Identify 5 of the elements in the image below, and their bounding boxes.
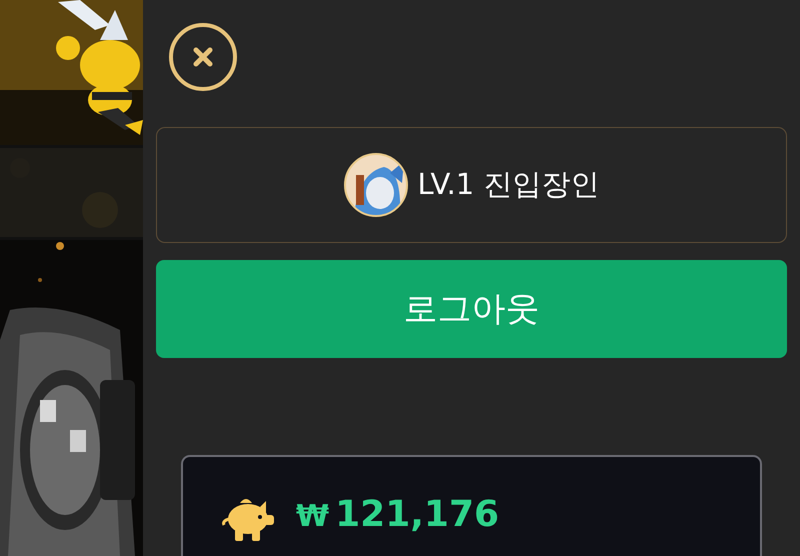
level-label: LV.1 진입장인 [418, 166, 600, 203]
balance-amount: 121,176 [335, 495, 500, 535]
logout-button[interactable]: 로그아웃 [156, 260, 787, 358]
currency-sign: ₩ [296, 498, 330, 536]
close-icon[interactable] [168, 22, 238, 92]
